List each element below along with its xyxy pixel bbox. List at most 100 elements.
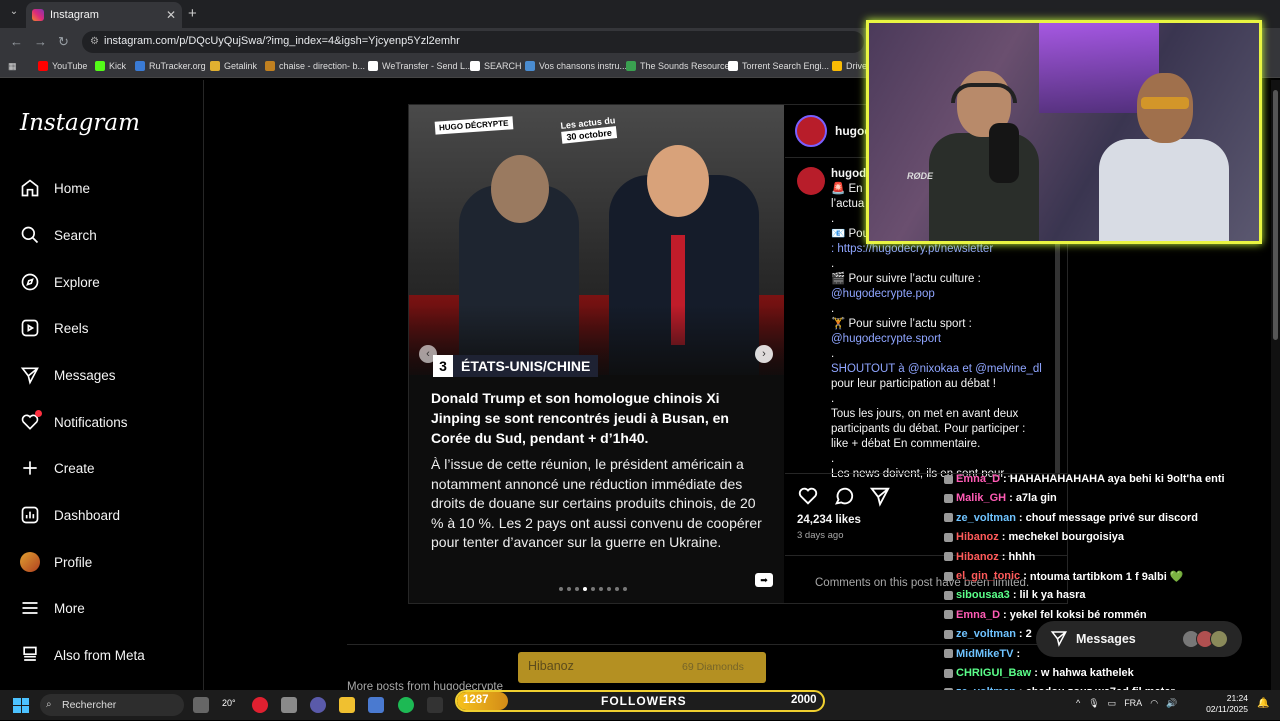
bookmark-favicon-icon [38, 61, 48, 71]
site-info-icon[interactable]: ⚙ [90, 36, 99, 47]
webcam-overlay: RØDE [866, 20, 1262, 244]
chat-text: ntouma tartibkom 1 f 9albi 💚 [1029, 570, 1184, 583]
share-icon[interactable] [869, 485, 891, 512]
sidebar-item-more[interactable]: More [20, 598, 85, 618]
head-left [491, 155, 549, 223]
back-icon[interactable]: ← [10, 34, 23, 49]
sidebar-item-label: Home [54, 180, 91, 196]
bookmark-item[interactable]: YouTube [38, 61, 87, 71]
chat-username: CHRIGUI_Baw [956, 667, 1032, 679]
tab-title: Instagram [50, 9, 99, 21]
sidebar-item-profile[interactable]: Profile [20, 552, 92, 572]
sidebar-item-home[interactable]: Home [20, 178, 90, 198]
bookmark-item[interactable]: The Sounds Resource [626, 61, 730, 71]
sidebar-item-messages[interactable]: Messages [20, 365, 116, 385]
sidebar-item-create[interactable]: Create [20, 458, 95, 478]
alert-amount: 69 Diamonds [682, 661, 744, 673]
bookmark-item[interactable]: Getalink [210, 61, 257, 71]
spotify-icon[interactable] [398, 697, 414, 713]
carousel-dot[interactable] [575, 587, 579, 591]
bookmark-label: Getalink [224, 61, 258, 71]
carousel-dot[interactable] [583, 587, 587, 591]
wifi-icon[interactable]: ◠ [1150, 698, 1158, 709]
caption-line: like + débat En commentaire. [831, 438, 981, 450]
clock[interactable]: 21:24 02/11/2025 [1206, 693, 1248, 715]
tab-list-button[interactable]: ⌄ [6, 6, 22, 22]
chevron-up-icon[interactable]: ^ [1076, 698, 1080, 709]
bookmark-item[interactable]: Kick [95, 61, 126, 71]
post-age: 3 days ago [797, 530, 844, 541]
carousel-dot[interactable] [567, 587, 571, 591]
sidebar-item-also-from-meta[interactable]: Also from Meta [20, 645, 145, 665]
carousel-dot[interactable] [615, 587, 619, 591]
opera-icon[interactable] [252, 697, 268, 713]
url-field[interactable]: ⚙ instagram.com/p/DQcUyQujSwa/?img_index… [82, 31, 864, 53]
network-icon[interactable]: ▭ [1108, 698, 1117, 709]
new-tab-button[interactable]: + [188, 5, 197, 22]
carousel-dot[interactable] [591, 587, 595, 591]
forward-icon[interactable]: → [34, 34, 47, 49]
bookmark-item[interactable]: Vos chansons instru... [525, 61, 627, 71]
photos-icon[interactable] [368, 697, 384, 713]
bookmark-item[interactable]: SEARCH [470, 61, 522, 71]
chat-badge-icon [944, 493, 953, 503]
app-icon[interactable] [281, 697, 297, 713]
carousel-dot[interactable] [559, 587, 563, 591]
scrollbar-thumb[interactable] [1273, 90, 1278, 340]
bookmark-item[interactable]: chaise - direction- b... [265, 61, 365, 71]
sidebar-item-explore[interactable]: Explore [20, 272, 100, 292]
chat-separator: : [1003, 473, 1007, 485]
weather-widget[interactable]: 20° [222, 698, 236, 708]
author-avatar[interactable] [795, 115, 827, 147]
carousel-next-button[interactable]: › [755, 345, 773, 363]
taskbar-search[interactable]: Rechercher [40, 694, 184, 716]
close-tab-icon[interactable]: ✕ [166, 8, 176, 22]
task-view-icon[interactable] [193, 697, 209, 713]
instagram-logo[interactable]: Instagram [20, 110, 140, 136]
sidebar-item-label: Profile [54, 554, 93, 570]
carousel-dots [559, 587, 627, 591]
likes-count[interactable]: 24,234 likes [797, 514, 861, 526]
bookmark-item[interactable]: Drive [832, 61, 867, 71]
caption-line: Tous les jours, on met en avant deux [831, 408, 1019, 420]
url-text: instagram.com/p/DQcUyQujSwa/?img_index=4… [104, 35, 460, 47]
chat-badge-icon [944, 629, 953, 639]
apps-icon[interactable]: ▦ [8, 61, 17, 72]
like-heart-icon[interactable] [797, 485, 819, 512]
sidebar-item-notifications[interactable]: Notifications [20, 410, 128, 432]
page-scrollbar[interactable] [1271, 80, 1280, 690]
carousel-dot[interactable] [607, 587, 611, 591]
bookmark-item[interactable]: Torrent Search Engi... [728, 61, 829, 71]
sidebar-item-label: Create [54, 460, 95, 476]
browser-tab[interactable]: Instagram ✕ [26, 2, 182, 28]
app-icon[interactable] [310, 697, 326, 713]
volume-icon[interactable]: 🔊 [1166, 698, 1177, 709]
chart-icon [20, 505, 40, 525]
carousel-dot[interactable] [599, 587, 603, 591]
clock-time: 21:24 [1226, 693, 1248, 703]
sidebar-item-reels[interactable]: Reels [20, 318, 89, 338]
sidebar-item-label: More [54, 600, 85, 616]
carousel-dot[interactable] [623, 587, 627, 591]
windows-start-icon[interactable] [13, 698, 29, 713]
comment-icon[interactable] [833, 485, 855, 512]
bookmark-label: Vos chansons instru... [539, 61, 628, 71]
microphone-icon[interactable]: 🎙 [1088, 698, 1099, 709]
bookmark-item[interactable]: RuTracker.org [135, 61, 206, 71]
glasses-icon [1141, 97, 1189, 109]
language-indicator[interactable]: FRA [1124, 698, 1142, 709]
file-explorer-icon[interactable] [339, 697, 355, 713]
bookmark-favicon-icon [470, 61, 480, 71]
stream-chat: Emna_D: HAHAHAHAHAHA aya behi ki 9olt'ha … [944, 470, 1280, 720]
sidebar-item-search[interactable]: Search [20, 225, 97, 245]
bookmark-item[interactable]: WeTransfer - Send L... [368, 61, 473, 71]
notification-bell-icon[interactable]: 🔔 [1257, 698, 1269, 709]
reload-icon[interactable]: ↻ [58, 34, 69, 50]
caption-avatar[interactable] [797, 167, 825, 195]
sidebar-item-dashboard[interactable]: Dashboard [20, 505, 120, 525]
streamer-left [929, 63, 1039, 241]
post-carousel[interactable]: HUGO DÉCRYPTE Les actus du 30 octobre ‹ … [409, 105, 784, 603]
chat-message: Hibanoz: mechekel bourgoisiya [944, 528, 1124, 546]
live-app-icon[interactable] [427, 697, 443, 713]
messages-drawer-button[interactable]: Messages [1036, 621, 1242, 657]
